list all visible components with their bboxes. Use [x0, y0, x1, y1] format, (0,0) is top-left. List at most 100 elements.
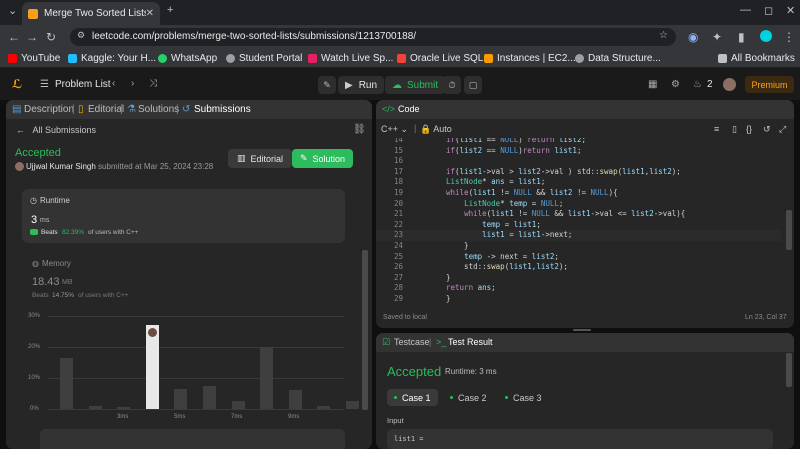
site-info-icon[interactable]: ⚙ — [77, 30, 85, 41]
chart-bar[interactable] — [231, 401, 245, 409]
bookmark-icon[interactable]: ▯ — [732, 124, 737, 135]
problem-list-link[interactable]: Problem List — [55, 79, 111, 90]
chart-bar[interactable] — [88, 405, 102, 409]
bookmark-youtube[interactable]: YouTube — [8, 53, 60, 64]
chart-bar[interactable] — [174, 388, 188, 409]
fullscreen-icon[interactable]: ⤢ — [779, 124, 786, 135]
tab-description[interactable]: Description — [24, 104, 74, 115]
code-scrollbar[interactable] — [786, 210, 792, 250]
chart-bar[interactable] — [346, 401, 359, 409]
tab-search-icon[interactable]: ⌄ — [8, 4, 17, 17]
code-line[interactable]: 20 ListNode* temp = NULL; — [376, 199, 781, 210]
chart-bar[interactable] — [288, 390, 302, 409]
shuffle-icon[interactable]: ⤨ — [149, 78, 157, 89]
reset-icon[interactable]: ↺ — [763, 124, 771, 135]
settings-gear-icon[interactable]: ⚙ — [671, 79, 680, 90]
extension-icon[interactable]: ◉ — [688, 30, 698, 44]
chart-bar[interactable] — [203, 385, 216, 409]
share-link-icon[interactable]: ⛓ — [353, 124, 366, 135]
close-tab-icon[interactable]: ✕ — [146, 8, 154, 19]
chart-bar-current[interactable] — [145, 325, 159, 409]
run-button[interactable]: ▶ Run — [338, 76, 385, 94]
chart-bar[interactable] — [317, 405, 331, 409]
code-line[interactable]: 15 if(list2 == NULL)return list1; — [376, 146, 781, 157]
user-avatar[interactable] — [723, 78, 736, 91]
solution-button[interactable]: ✎ Solution — [292, 149, 353, 168]
next-problem-icon[interactable]: › — [131, 78, 134, 89]
minimize-icon[interactable]: — — [740, 4, 751, 16]
auto-mode-toggle[interactable]: 🔒 Auto — [420, 124, 452, 135]
bookmark-data-structure[interactable]: Data Structure... — [575, 53, 661, 64]
browser-tab-active[interactable]: Merge Two Sorted Lists ✕ — [22, 2, 160, 25]
case-2-tab[interactable]: Case 2 — [443, 389, 494, 406]
code-line[interactable]: 18 ListNode* ans = list1; — [376, 177, 781, 188]
leetcode-logo-icon[interactable]: ℒ — [12, 77, 22, 91]
code-line[interactable]: 25 temp -> next = list2; — [376, 252, 781, 263]
braces-icon[interactable]: {} — [746, 124, 752, 134]
submit-button[interactable]: ☁ Submit — [385, 76, 446, 94]
code-editor[interactable]: 14 if(list1 == NULL) return list2; 15 if(li… — [376, 138, 781, 304]
code-line[interactable]: 17 if(list1->val > list2->val ) std::swap… — [376, 167, 781, 178]
language-select[interactable]: C++ ⌄ — [381, 124, 408, 135]
panel-resize-handle[interactable] — [573, 329, 591, 331]
result-scrollbar[interactable] — [786, 353, 792, 387]
code-line[interactable]: 19 while(list1 != NULL && list2 != NULL){ — [376, 188, 781, 199]
case-1-tab[interactable]: Case 1 — [387, 389, 438, 406]
extensions-puzzle-icon[interactable]: ✦ — [712, 30, 722, 44]
maximize-icon[interactable]: ◻ — [764, 4, 773, 17]
code-line[interactable]: 23 list1 = list1->next; — [376, 230, 781, 241]
all-submissions-link[interactable]: ← All Submissions — [16, 125, 96, 135]
left-panel-scrollbar[interactable] — [362, 250, 368, 410]
chrome-menu-icon[interactable]: ⋮ — [783, 30, 795, 44]
layout-icon[interactable]: ▦ — [648, 79, 657, 90]
problem-list-icon[interactable]: ☰ — [40, 79, 49, 90]
back-icon[interactable]: ← — [8, 30, 20, 44]
chart-bar[interactable] — [260, 347, 274, 409]
tab-code[interactable]: Code — [398, 104, 420, 114]
runtime-card[interactable]: ◷ Runtime 3 ms Beats 82.39% of users wit… — [22, 189, 345, 243]
premium-button[interactable]: Premium — [745, 76, 794, 93]
tab-editorial[interactable]: Editorial — [88, 104, 124, 115]
code-line[interactable]: 21 while(list1 != NULL && list1->val <= … — [376, 209, 781, 220]
code-line[interactable]: 28 return ans; — [376, 283, 781, 294]
forward-icon[interactable]: → — [26, 30, 38, 44]
chart-bar[interactable] — [117, 407, 131, 409]
address-bar[interactable]: ⚙ leetcode.com/problems/merge-two-sorted… — [70, 28, 676, 46]
code-line[interactable]: 24 } — [376, 241, 781, 252]
bookmark-kaggle[interactable]: Kaggle: Your H... — [68, 53, 156, 64]
bookmark-watch-live[interactable]: Watch Live Sp... — [308, 53, 393, 64]
bookmark-student-portal[interactable]: Student Portal — [226, 53, 302, 64]
code-line[interactable]: 26 std::swap(list1,list2); — [376, 262, 781, 273]
code-line[interactable]: 16 — [376, 156, 781, 167]
notes-icon[interactable]: ▢ — [464, 76, 482, 94]
side-panel-icon[interactable]: ▮ — [738, 30, 745, 44]
all-bookmarks[interactable]: All Bookmarks — [718, 53, 795, 64]
bookmark-whatsapp[interactable]: WhatsApp — [158, 53, 217, 64]
bookmark-star-icon[interactable]: ☆ — [659, 30, 668, 41]
tab-solutions[interactable]: Solutions — [138, 104, 179, 115]
submitter-name[interactable]: Ujjwal Kumar Singh — [26, 162, 96, 171]
tab-test-result[interactable]: Test Result — [448, 337, 493, 347]
code-line[interactable]: 14 if(list1 == NULL) return list2; — [376, 138, 781, 146]
code-line[interactable]: 29} — [376, 294, 781, 304]
profile-avatar[interactable] — [760, 30, 772, 42]
close-window-icon[interactable]: ✕ — [786, 4, 795, 17]
prev-problem-icon[interactable]: ‹ — [112, 78, 115, 89]
code-line[interactable]: 27} — [376, 273, 781, 284]
bookmark-ec2[interactable]: Instances | EC2... — [484, 53, 576, 64]
tab-testcase[interactable]: Testcase — [394, 337, 430, 347]
debug-icon[interactable]: ✎ — [318, 76, 336, 94]
streak-fire-icon[interactable]: ♨ — [693, 79, 702, 90]
new-tab-icon[interactable]: + — [167, 4, 173, 16]
format-icon[interactable]: ≡ — [714, 124, 719, 134]
editorial-button[interactable]: ▥ Editorial — [228, 149, 292, 168]
chart-bar[interactable] — [60, 357, 73, 409]
bookmark-oracle-sql[interactable]: Oracle Live SQL — [397, 53, 483, 64]
case-3-tab[interactable]: Case 3 — [498, 389, 549, 406]
memory-beats-suffix: of users with C++ — [78, 292, 129, 299]
tab-submissions[interactable]: Submissions — [194, 104, 251, 115]
timer-icon[interactable]: ⏱ — [443, 76, 461, 94]
reload-icon[interactable]: ↻ — [46, 30, 56, 44]
submitted-time: submitted at Mar 25, 2024 23:28 — [98, 162, 214, 171]
code-line[interactable]: 22 temp = list1; — [376, 220, 781, 231]
